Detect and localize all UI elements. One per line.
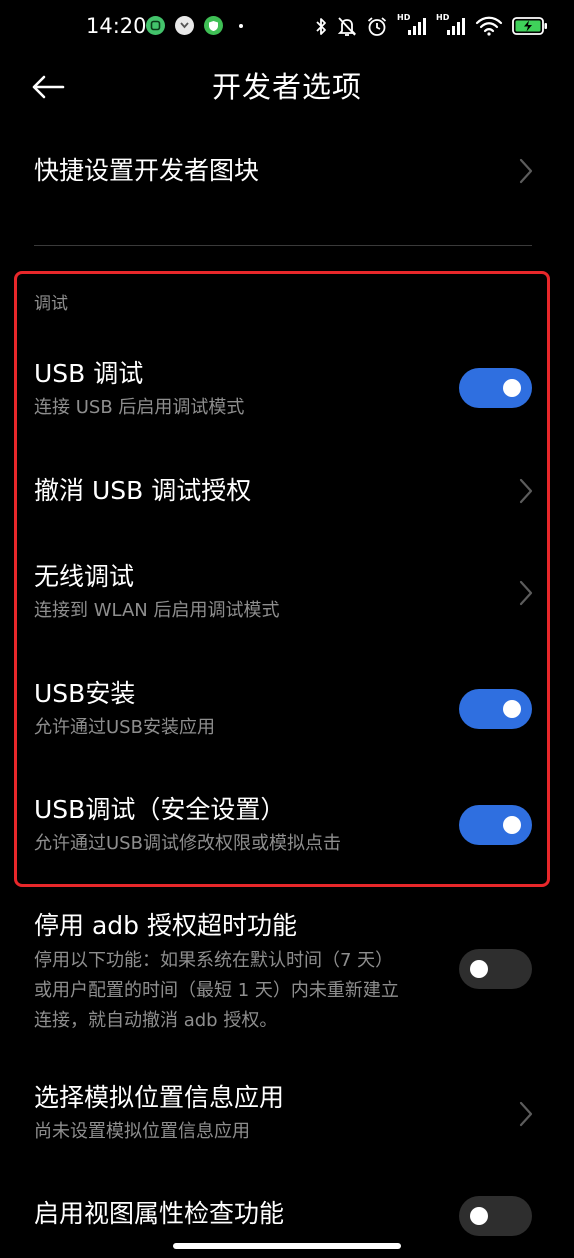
wifi-icon <box>475 16 503 36</box>
app-icon-green <box>146 16 165 35</box>
revoke-usb-auth-item[interactable]: 撤消 USB 调试授权 <box>0 460 574 522</box>
toggle-knob <box>470 960 488 978</box>
subtitle-line: 连接，就自动撤消 adb 授权。 <box>34 1010 278 1031</box>
row-title: 快捷设置开发者图块 <box>34 156 260 185</box>
signal-bars-icon <box>408 18 426 35</box>
chevron-right-icon <box>519 478 533 504</box>
toggle-knob <box>503 379 521 397</box>
toggle-knob <box>503 816 521 834</box>
chevron-right-icon <box>519 1101 533 1127</box>
mute-bell-icon <box>337 16 357 36</box>
signal-bars-icon <box>447 18 465 35</box>
subtitle-line: 或用户配置的时间（最短 1 天）内未重新建立 <box>34 980 399 1001</box>
row-title: 选择模拟位置信息应用 <box>34 1083 285 1112</box>
status-icons: HD HD <box>306 13 548 38</box>
usb-install-toggle[interactable] <box>459 689 532 729</box>
chevron-right-icon <box>519 580 533 606</box>
usb-debug-secure-toggle[interactable] <box>459 805 532 845</box>
mock-location-app-item[interactable]: 选择模拟位置信息应用 尚未设置模拟位置信息应用 <box>0 1074 574 1154</box>
notification-icons <box>146 16 243 35</box>
usb-debug-item[interactable]: USB 调试 连接 USB 后启用调试模式 <box>0 350 574 430</box>
row-subtitle: 允许通过USB安装应用 <box>34 717 215 738</box>
view-attribute-inspection-toggle[interactable] <box>459 1196 532 1236</box>
row-title: 无线调试 <box>34 562 135 591</box>
row-subtitle: 连接到 WLAN 后启用调试模式 <box>34 600 280 621</box>
row-subtitle: 停用以下功能：如果系统在默认时间（7 天） 或用户配置的时间（最短 1 天）内未… <box>34 946 454 1036</box>
app-icon-white <box>175 16 194 35</box>
row-title: USB 调试 <box>34 359 144 388</box>
app-icon-shield <box>204 16 223 35</box>
section-header-debug: 调试 <box>34 294 68 314</box>
home-indicator[interactable] <box>173 1243 401 1249</box>
battery-charging-icon <box>512 17 547 35</box>
signal-hd-2: HD <box>436 13 466 37</box>
bluetooth-icon <box>316 17 326 35</box>
page-title: 开发者选项 <box>211 70 362 104</box>
subtitle-line: 停用以下功能：如果系统在默认时间（7 天） <box>34 950 394 971</box>
row-subtitle: 尚未设置模拟位置信息应用 <box>34 1121 250 1142</box>
alarm-icon <box>367 16 387 36</box>
row-title: USB调试（安全设置） <box>34 795 286 824</box>
signal-hd-1: HD <box>397 13 427 37</box>
usb-debug-toggle[interactable] <box>459 368 532 408</box>
row-title: 撤消 USB 调试授权 <box>34 476 252 505</box>
row-title: USB安装 <box>34 679 136 708</box>
more-notifications-dot <box>239 23 243 28</box>
wireless-debug-item[interactable]: 无线调试 连接到 WLAN 后启用调试模式 <box>0 553 574 633</box>
disable-adb-timeout-toggle[interactable] <box>459 949 532 989</box>
view-attribute-inspection-item[interactable]: 启用视图属性检查功能 <box>0 1190 574 1250</box>
chevron-right-icon <box>519 158 533 184</box>
usb-debug-secure-item[interactable]: USB调试（安全设置） 允许通过USB调试修改权限或模拟点击 <box>0 786 574 866</box>
disable-adb-timeout-item[interactable]: 停用 adb 授权超时功能 停用以下功能：如果系统在默认时间（7 天） 或用户配… <box>0 904 574 1036</box>
row-subtitle: 连接 USB 后启用调试模式 <box>34 397 245 418</box>
status-bar: 14:20 HD HD <box>0 0 574 52</box>
status-time: 14:20 <box>86 14 147 38</box>
row-title: 停用 adb 授权超时功能 <box>34 911 297 940</box>
app-header: 开发者选项 <box>0 52 574 122</box>
toggle-knob <box>470 1207 488 1225</box>
row-subtitle: 允许通过USB调试修改权限或模拟点击 <box>34 833 341 854</box>
row-title: 启用视图属性检查功能 <box>34 1199 285 1228</box>
toggle-knob <box>503 700 521 718</box>
divider <box>34 245 532 246</box>
usb-install-item[interactable]: USB安装 允许通过USB安装应用 <box>0 670 574 750</box>
quick-settings-tiles-item[interactable]: 快捷设置开发者图块 <box>0 140 574 202</box>
